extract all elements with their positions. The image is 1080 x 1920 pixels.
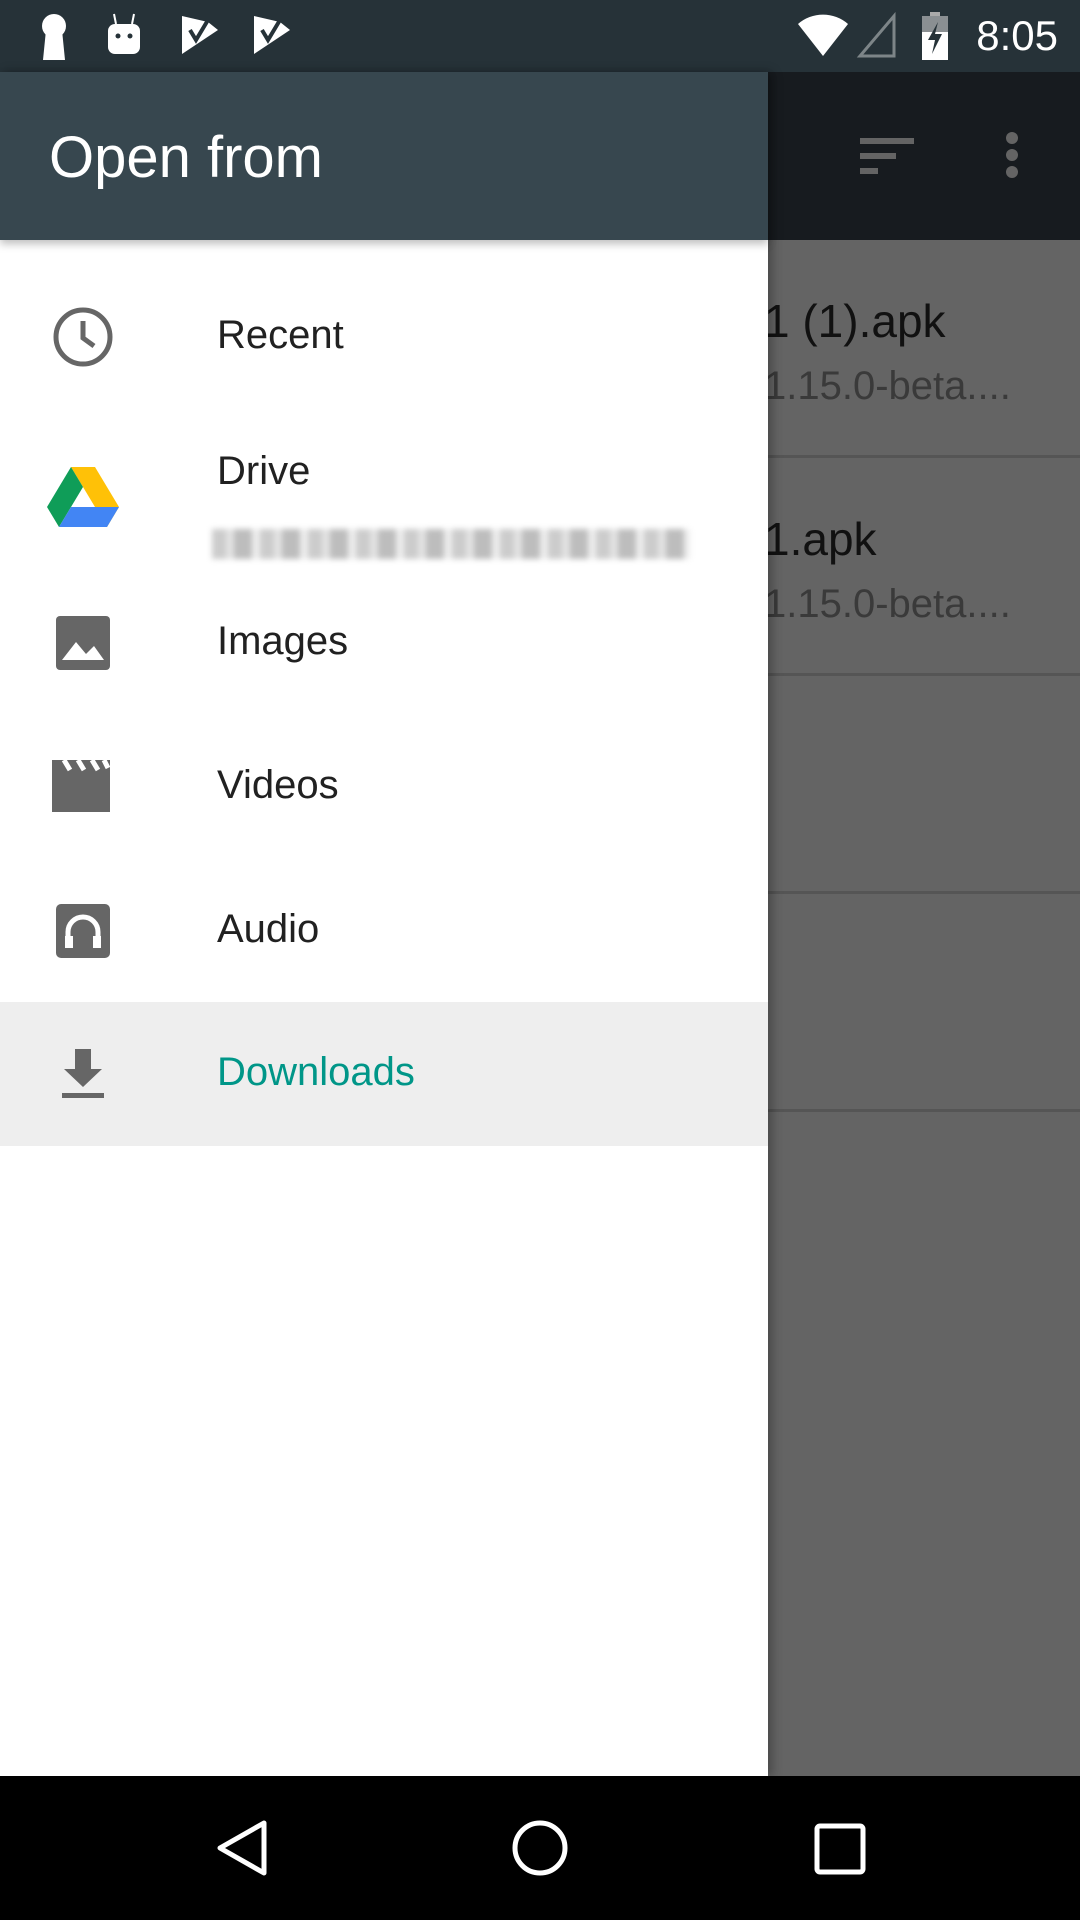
recents-icon[interactable] (812, 1818, 868, 1878)
navigation-drawer: Open from Recent Drive Images Videos Aud… (0, 72, 768, 1776)
redacted-account-email (212, 529, 690, 559)
task-check-icon (182, 16, 218, 54)
file-list: 1 (1).apk 1.15.0-beta.... 1.apk 1.15.0-b… (768, 240, 1080, 1776)
audio-headphones-icon (56, 904, 110, 958)
back-icon[interactable] (214, 1818, 270, 1878)
clock-icon (53, 307, 113, 367)
file-subtitle: 1.15.0-beta.... (768, 364, 1011, 408)
download-icon (62, 1049, 104, 1098)
file-subtitle: 1.15.0-beta.... (768, 582, 1011, 626)
drawer-item-downloads[interactable]: Downloads (0, 1002, 768, 1146)
file-row[interactable]: 1.apk 1.15.0-beta.... (768, 458, 1080, 676)
drawer-item-videos[interactable]: Videos (0, 715, 768, 859)
file-name: 1 (1).apk (768, 295, 946, 347)
home-icon[interactable] (510, 1818, 570, 1878)
file-row-empty (768, 676, 1080, 894)
wifi-icon (798, 14, 848, 56)
drawer-header: Open from (0, 72, 768, 240)
file-row-empty (768, 894, 1080, 1112)
status-time: 8:05 (976, 12, 1058, 59)
drawer-item-label: Downloads (217, 1050, 415, 1094)
drawer-item-audio[interactable]: Audio (0, 859, 768, 1003)
sort-icon[interactable] (860, 136, 916, 176)
google-drive-icon (47, 467, 119, 527)
image-icon (56, 616, 110, 670)
android-icon (108, 13, 140, 54)
file-row[interactable]: 1 (1).apk 1.15.0-beta.... (768, 240, 1080, 458)
drawer-item-label: Images (217, 619, 349, 663)
drawer-item-images[interactable]: Images (0, 571, 768, 715)
status-bar: 8:05 (0, 0, 1080, 72)
more-vert-icon[interactable] (1004, 130, 1020, 180)
drawer-item-label: Audio (217, 907, 320, 951)
cell-signal-icon (856, 12, 896, 58)
drawer-item-label: Recent (217, 313, 344, 357)
drawer-item-drive[interactable]: Drive (0, 417, 768, 579)
drawer-item-recent[interactable]: Recent (0, 265, 768, 409)
drawer-title: Open from (49, 125, 323, 190)
background-toolbar (768, 72, 1080, 240)
file-name: 1.apk (768, 513, 877, 565)
drawer-item-label: Videos (217, 763, 339, 807)
video-clapper-icon (52, 758, 111, 812)
navigation-bar (0, 1776, 1080, 1920)
battery-charging-icon (922, 12, 948, 60)
drawer-item-label: Drive (217, 449, 311, 493)
task-check-icon (254, 16, 290, 54)
keyhole-icon (42, 14, 66, 60)
